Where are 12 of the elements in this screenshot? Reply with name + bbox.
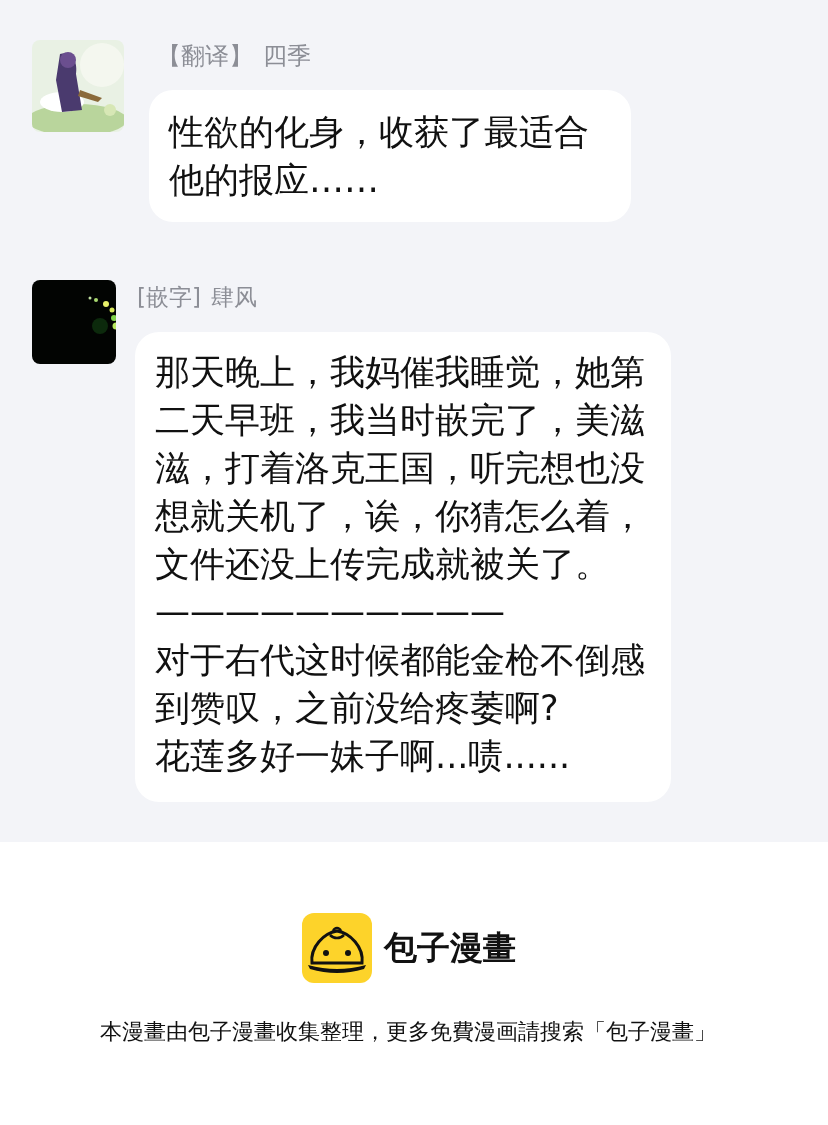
message-paragraph: 对于右代这时候都能金枪不倒感到赞叹，之前没给疼萎啊?	[155, 639, 646, 730]
user-name: 四季	[263, 41, 311, 72]
site-name: 包子漫畫	[384, 926, 516, 969]
message-paragraph: ——————————	[155, 591, 506, 634]
message-paragraph: 性欲的化身，收获了最适合他的报应……	[169, 111, 590, 202]
footer-notice: 本漫畫由包子漫畫收集整理，更多免費漫画請搜索「包子漫畫」	[100, 1018, 716, 1046]
message-paragraph: 花莲多好一妹子啊...啧......	[155, 735, 572, 778]
role-tag: [嵌字]	[137, 282, 201, 332]
user-name: 肆风	[210, 283, 257, 312]
role-tag: 【翻译】	[157, 40, 253, 90]
bun-logo-icon	[302, 913, 372, 983]
message-paragraph: 那天晚上，我妈催我睡觉，她第二天早班，我当时嵌完了，美滋滋，打着洛克王国，听完想也没想就关机了，诶，你猜怎么着，文件还没上传完成就被关了。	[155, 351, 646, 586]
